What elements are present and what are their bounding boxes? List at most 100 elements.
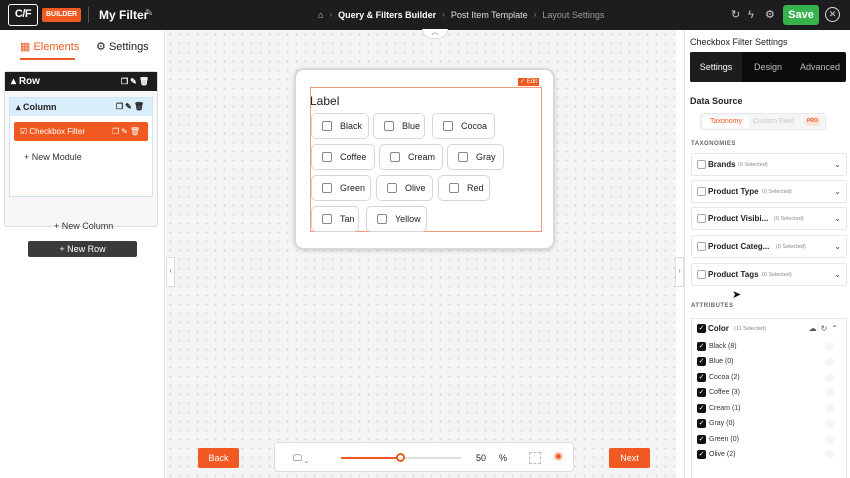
term-item[interactable]: ✓ Gray (0) — [697, 418, 842, 430]
checkbox-checked[interactable]: ✓ — [697, 419, 706, 428]
module-checkbox-filter[interactable]: ☑ Checkbox Filter ❐✎🗑 — [14, 122, 148, 141]
chevron-down-icon[interactable]: ⌄ — [834, 213, 841, 224]
new-module-button[interactable]: + New Module — [24, 151, 82, 163]
zoom-slider[interactable] — [341, 453, 461, 462]
save-button[interactable]: Save — [783, 5, 819, 25]
option-olive[interactable]: Olive — [376, 175, 433, 201]
checkbox[interactable] — [384, 121, 394, 131]
term-item[interactable]: ✓ Blue (0) — [697, 356, 842, 368]
breadcrumb-post-item[interactable]: Post Item Template — [451, 9, 528, 21]
option-gray[interactable]: Gray — [447, 144, 504, 170]
eye-icon[interactable]: ◉ — [554, 451, 563, 463]
checkbox[interactable] — [697, 214, 706, 223]
gear-icon[interactable]: ⚙ — [765, 8, 775, 22]
zoom-slider-handle[interactable] — [396, 453, 405, 462]
color-swatch[interactable] — [825, 435, 834, 444]
new-row-button[interactable]: + New Row — [28, 241, 137, 257]
checkbox[interactable] — [443, 121, 453, 131]
collapse-left-toggle[interactable]: ‹ — [166, 257, 175, 287]
option-red[interactable]: Red — [438, 175, 490, 201]
tab-elements[interactable]: ▦ Elements — [20, 40, 79, 54]
chevron-up-icon[interactable]: ︿ — [422, 29, 448, 39]
term-item[interactable]: ✓ Black (8) — [697, 341, 842, 353]
trash-icon[interactable]: 🗑 — [139, 77, 151, 86]
taxonomy-product-visibility[interactable]: Product Visibi... (0 Selected) ⌄ — [691, 207, 847, 230]
option-coffee[interactable]: Coffee — [311, 144, 375, 170]
option-blue[interactable]: Blue — [373, 113, 425, 139]
checkbox[interactable] — [387, 183, 397, 193]
checkbox-checked[interactable]: ✓ — [697, 388, 706, 397]
checkbox[interactable] — [322, 121, 332, 131]
next-button[interactable]: Next — [609, 448, 650, 468]
term-item[interactable]: ✓ Cream (1) — [697, 403, 842, 415]
checkbox-checked[interactable]: ✓ — [697, 324, 706, 333]
pencil-icon[interactable]: ✎ — [125, 102, 134, 111]
home-icon[interactable]: ⌂ — [318, 9, 323, 21]
filter-title[interactable]: My Filter — [99, 8, 148, 22]
chevron-up-icon[interactable]: ⌃ — [831, 324, 842, 333]
checkbox[interactable] — [697, 160, 706, 169]
collapse-right-toggle[interactable]: › — [675, 257, 684, 287]
tab-design[interactable]: Design — [742, 52, 794, 82]
checkbox[interactable] — [697, 270, 706, 279]
option-black[interactable]: Black — [311, 113, 369, 139]
pencil-icon[interactable]: ✎ — [130, 77, 139, 86]
color-swatch[interactable] — [825, 373, 834, 382]
checkbox-checked[interactable]: ✓ — [697, 435, 706, 444]
grid-icon[interactable] — [529, 452, 541, 464]
taxonomy-product-tags[interactable]: Product Tags (0 Selected) ⌄ — [691, 263, 847, 286]
option-green[interactable]: Green — [311, 175, 371, 201]
color-swatch[interactable] — [825, 342, 834, 351]
caret-up-icon[interactable]: ▴ — [16, 102, 21, 112]
checkbox[interactable] — [322, 152, 332, 162]
checkbox[interactable] — [697, 242, 706, 251]
option-tan[interactable]: Tan — [311, 206, 359, 232]
taxonomy-product-type[interactable]: Product Type (0 Selected) ⌄ — [691, 180, 847, 203]
refresh-icon[interactable]: ↻ — [821, 324, 832, 333]
checkbox-checked[interactable]: ✓ — [697, 357, 706, 366]
color-swatch[interactable] — [825, 419, 834, 428]
color-swatch[interactable] — [825, 357, 834, 366]
checkbox-checked[interactable]: ✓ — [697, 450, 706, 459]
checkbox[interactable] — [377, 214, 387, 224]
chevron-down-icon[interactable]: ⌄ — [834, 159, 841, 170]
refresh-icon[interactable]: ↻ — [731, 8, 740, 22]
option-yellow[interactable]: Yellow — [366, 206, 427, 232]
term-item[interactable]: ✓ Green (0) — [697, 434, 842, 446]
checkbox-checked[interactable]: ✓ — [697, 373, 706, 382]
option-cream[interactable]: Cream — [379, 144, 443, 170]
checkbox[interactable] — [322, 214, 332, 224]
term-item[interactable]: ✓ Coffee (3) — [697, 387, 842, 399]
source-taxonomy[interactable]: Taxonomy — [703, 116, 749, 128]
copy-icon[interactable]: ❐ — [116, 102, 125, 111]
pencil-icon[interactable]: ✎ — [121, 127, 130, 136]
column-header[interactable]: ▴ Column ❐✎🗑 — [10, 98, 152, 116]
tab-settings[interactable]: Settings — [690, 52, 742, 82]
color-swatch[interactable] — [825, 450, 834, 459]
monitor-icon[interactable]: 🖵 ⌄ — [293, 452, 308, 464]
chevron-down-icon[interactable]: ⌄ — [834, 241, 841, 252]
zoom-value[interactable]: 50 — [476, 453, 486, 464]
row-header[interactable]: ▴ Row ❐✎🗑 — [5, 72, 157, 91]
option-cocoa[interactable]: Cocoa — [432, 113, 495, 139]
chevron-down-icon[interactable]: ⌄ — [834, 186, 841, 197]
breadcrumb-query-filters[interactable]: Query & Filters Builder — [338, 9, 436, 21]
source-custom-field[interactable]: Custom Field — [753, 116, 794, 128]
checkbox[interactable] — [697, 187, 706, 196]
copy-icon[interactable]: ❐ — [121, 77, 130, 86]
checkbox[interactable] — [390, 152, 400, 162]
tab-settings[interactable]: ⚙ Settings — [96, 40, 149, 54]
taxonomy-product-categories[interactable]: Product Categ... (0 Selected) ⌄ — [691, 235, 847, 258]
checkbox-checked[interactable]: ✓ — [697, 404, 706, 413]
lightning-icon[interactable]: ϟ — [748, 8, 754, 22]
back-button[interactable]: Back — [198, 448, 239, 468]
color-swatch[interactable] — [825, 388, 834, 397]
color-swatch[interactable] — [825, 404, 834, 413]
copy-icon[interactable]: ❐ — [112, 127, 121, 136]
checkbox-checked[interactable]: ✓ — [697, 342, 706, 351]
checkbox[interactable] — [449, 183, 459, 193]
term-item[interactable]: ✓ Olive (2) — [697, 449, 842, 461]
caret-up-icon[interactable]: ▴ — [11, 76, 16, 87]
edit-badge[interactable]: ✓ Edit — [518, 78, 540, 86]
trash-icon[interactable]: 🗑 — [134, 102, 146, 111]
